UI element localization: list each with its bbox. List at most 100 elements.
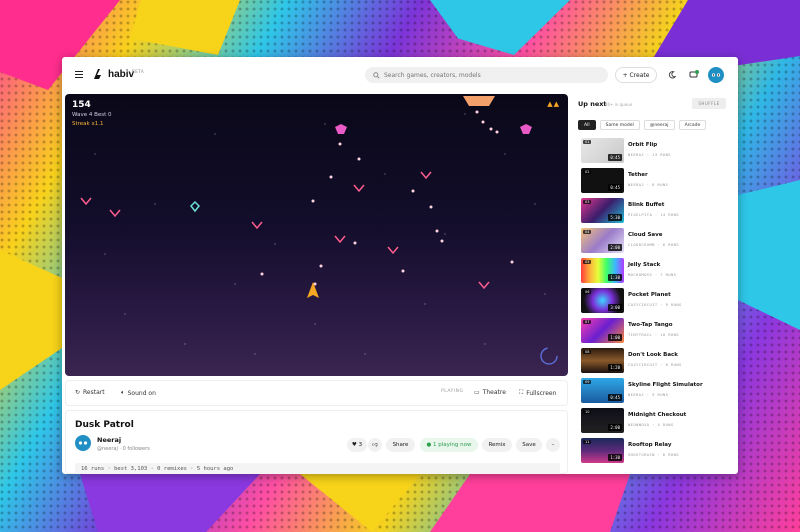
item-meta: MOCHAMOSS · 7 RUNS [628, 272, 677, 277]
list-item[interactable]: 06 3:00 Pocket Planet COZYCIRCUIT · 9 RU… [578, 288, 728, 315]
item-title: Jelly Stack [628, 262, 661, 268]
item-meta: NEERAJ · 8 RUNS [628, 182, 669, 187]
thumbnail: 08 1:20 [581, 348, 624, 373]
item-number: 06 [583, 290, 592, 294]
dark-mode-toggle[interactable] [666, 69, 678, 81]
list-item[interactable]: 09 0:45 Skyline Flight Simulator NEERAJ … [578, 378, 728, 405]
tab-same-model[interactable]: Same model [599, 120, 640, 130]
list-item[interactable]: 01 0:45 Orbit Flip NEERAJ · 13 RUNS [578, 138, 728, 165]
item-meta: CLOUDCRUMB · 6 RUNS [628, 242, 680, 247]
shuffle-button[interactable]: SHUFFLE [692, 98, 726, 109]
more-button[interactable]: – [546, 438, 560, 452]
search-bar[interactable] [365, 67, 608, 83]
remix-button[interactable]: Remix [482, 438, 512, 452]
fullscreen-button[interactable]: ⛶ Fullscreen [519, 389, 556, 397]
thumbnail: 09 0:45 [581, 378, 624, 403]
habiv-logo-icon[interactable] [93, 68, 105, 80]
list-item[interactable]: 02 0:45 Tether NEERAJ · 8 RUNS [578, 168, 728, 195]
search-input[interactable] [384, 71, 594, 79]
list-item[interactable]: 04 2:00 Cloud Save CLOUDCRUMB · 6 RUNS [578, 228, 728, 255]
thumbnail: 01 0:45 [581, 138, 624, 163]
list-item[interactable]: 07 1:00 Two-Tap Tango TINYTRAIL · 10 RUN… [578, 318, 728, 345]
queue-count: 36+ in queue [605, 102, 633, 107]
thumbnail: 07 1:00 [581, 318, 624, 343]
item-title: Blink Buffet [628, 202, 665, 208]
avatar-face-icon [711, 73, 721, 77]
item-title: Skyline Flight Simulator [628, 382, 703, 388]
duration: 1:30 [608, 274, 622, 281]
menu-icon[interactable] [75, 71, 83, 78]
item-title: Pocket Planet [628, 292, 671, 298]
creator-name[interactable]: Neeraj [97, 436, 121, 444]
duration: 0:45 [608, 184, 622, 191]
item-meta: COZYCIRCUIT · 8 RUNS [628, 362, 682, 367]
streak-multiplier: Streak x1.1 [72, 121, 104, 127]
list-item[interactable]: 03 5:30 Blink Buffet PIXELPITA · 14 RUNS [578, 198, 728, 225]
item-number: 07 [583, 320, 592, 324]
item-number: 03 [583, 200, 592, 204]
duration: 0:45 [608, 154, 622, 161]
playing-now-badge: ● 1 playing now [420, 438, 478, 452]
thumbnail: 06 3:00 [581, 288, 624, 313]
restart-icon: ↻ [75, 389, 81, 396]
item-meta: NEERAJ · 13 RUNS [628, 152, 671, 157]
theatre-icon: ▭ [474, 389, 480, 396]
item-title: Tether [628, 172, 648, 178]
tab-arcade[interactable]: Arcade [678, 120, 707, 130]
duration: 0:45 [608, 394, 622, 401]
create-button[interactable]: + Create [615, 67, 657, 83]
item-title: Midnight Checkout [628, 412, 687, 418]
thumbnail: 02 0:45 [581, 168, 624, 193]
item-number: 04 [583, 230, 592, 234]
sound-toggle[interactable]: 🔈︎ Sound on [121, 389, 156, 397]
item-number: 11 [583, 440, 592, 444]
search-icon [373, 71, 380, 79]
item-meta: COZYCIRCUIT · 9 RUNS [628, 302, 682, 307]
theatre-button[interactable]: ▭ Theatre [474, 389, 506, 396]
user-avatar[interactable] [708, 67, 724, 83]
duration: 1:20 [608, 364, 622, 371]
filter-tabs: All Same model @neeraj Arcade [578, 120, 707, 130]
item-title: Rooftop Relay [628, 442, 672, 448]
moon-icon [668, 71, 676, 79]
top-bar: habiv BETA + Create [62, 57, 738, 93]
fullscreen-icon: ⛶ [519, 389, 524, 396]
game-canvas[interactable]: 154 Wave 4 Best 0 Streak x1.1 ▲▲ [65, 94, 568, 376]
theatre-label: Theatre [482, 389, 506, 396]
creator-avatar[interactable] [75, 435, 91, 451]
thumbnail: 05 1:30 [581, 258, 624, 283]
speaker-icon: 🔈︎ [121, 389, 125, 396]
item-number: 01 [583, 140, 592, 144]
wave-info: Wave 4 Best 0 [72, 112, 112, 118]
list-item[interactable]: 10 2:00 Midnight Checkout NEONNOVA · 4 R… [578, 408, 728, 435]
tab-all[interactable]: All [578, 120, 596, 130]
item-title: Two-Tap Tango [628, 322, 673, 328]
sound-label: Sound on [127, 389, 156, 397]
tab-neeraj[interactable]: @neeraj [643, 120, 675, 130]
restart-button[interactable]: ↻ Restart [75, 389, 105, 396]
duration: 3:00 [608, 304, 622, 311]
dislike-button[interactable]: 👎︎ [368, 438, 382, 452]
duration: 5:30 [608, 214, 622, 221]
item-meta: PIXELPITA · 14 RUNS [628, 212, 680, 217]
share-button[interactable]: Share [386, 438, 415, 452]
item-title: Don't Look Back [628, 352, 678, 358]
up-next-sidebar: Up next 36+ in queue SHUFFLE All Same mo… [574, 94, 730, 474]
item-number: 08 [583, 350, 592, 354]
score-counter: 154 [72, 100, 91, 110]
game-title: Dusk Patrol [75, 420, 134, 430]
list-item[interactable]: 05 1:30 Jelly Stack MOCHAMOSS · 7 RUNS [578, 258, 728, 285]
item-meta: GHOSTGRAIN · 6 RUNS [628, 452, 680, 457]
list-item[interactable]: 08 1:20 Don't Look Back COZYCIRCUIT · 8 … [578, 348, 728, 375]
play-status: PLAYING [441, 389, 464, 394]
notifications-button[interactable] [688, 69, 700, 81]
list-item[interactable]: 11 1:30 Rooftop Relay GHOSTGRAIN · 6 RUN… [578, 438, 728, 465]
fullscreen-label: Fullscreen [526, 389, 557, 397]
like-button[interactable]: ♥ 3 [347, 438, 367, 452]
game-scene [80, 96, 558, 365]
game-info: Dusk Patrol Neeraj @neeraj · 0 followers… [65, 410, 568, 474]
duration: 2:00 [608, 424, 622, 431]
brand-name[interactable]: habiv [108, 69, 134, 80]
duration: 1:30 [608, 454, 622, 461]
save-button[interactable]: Save [516, 438, 542, 452]
